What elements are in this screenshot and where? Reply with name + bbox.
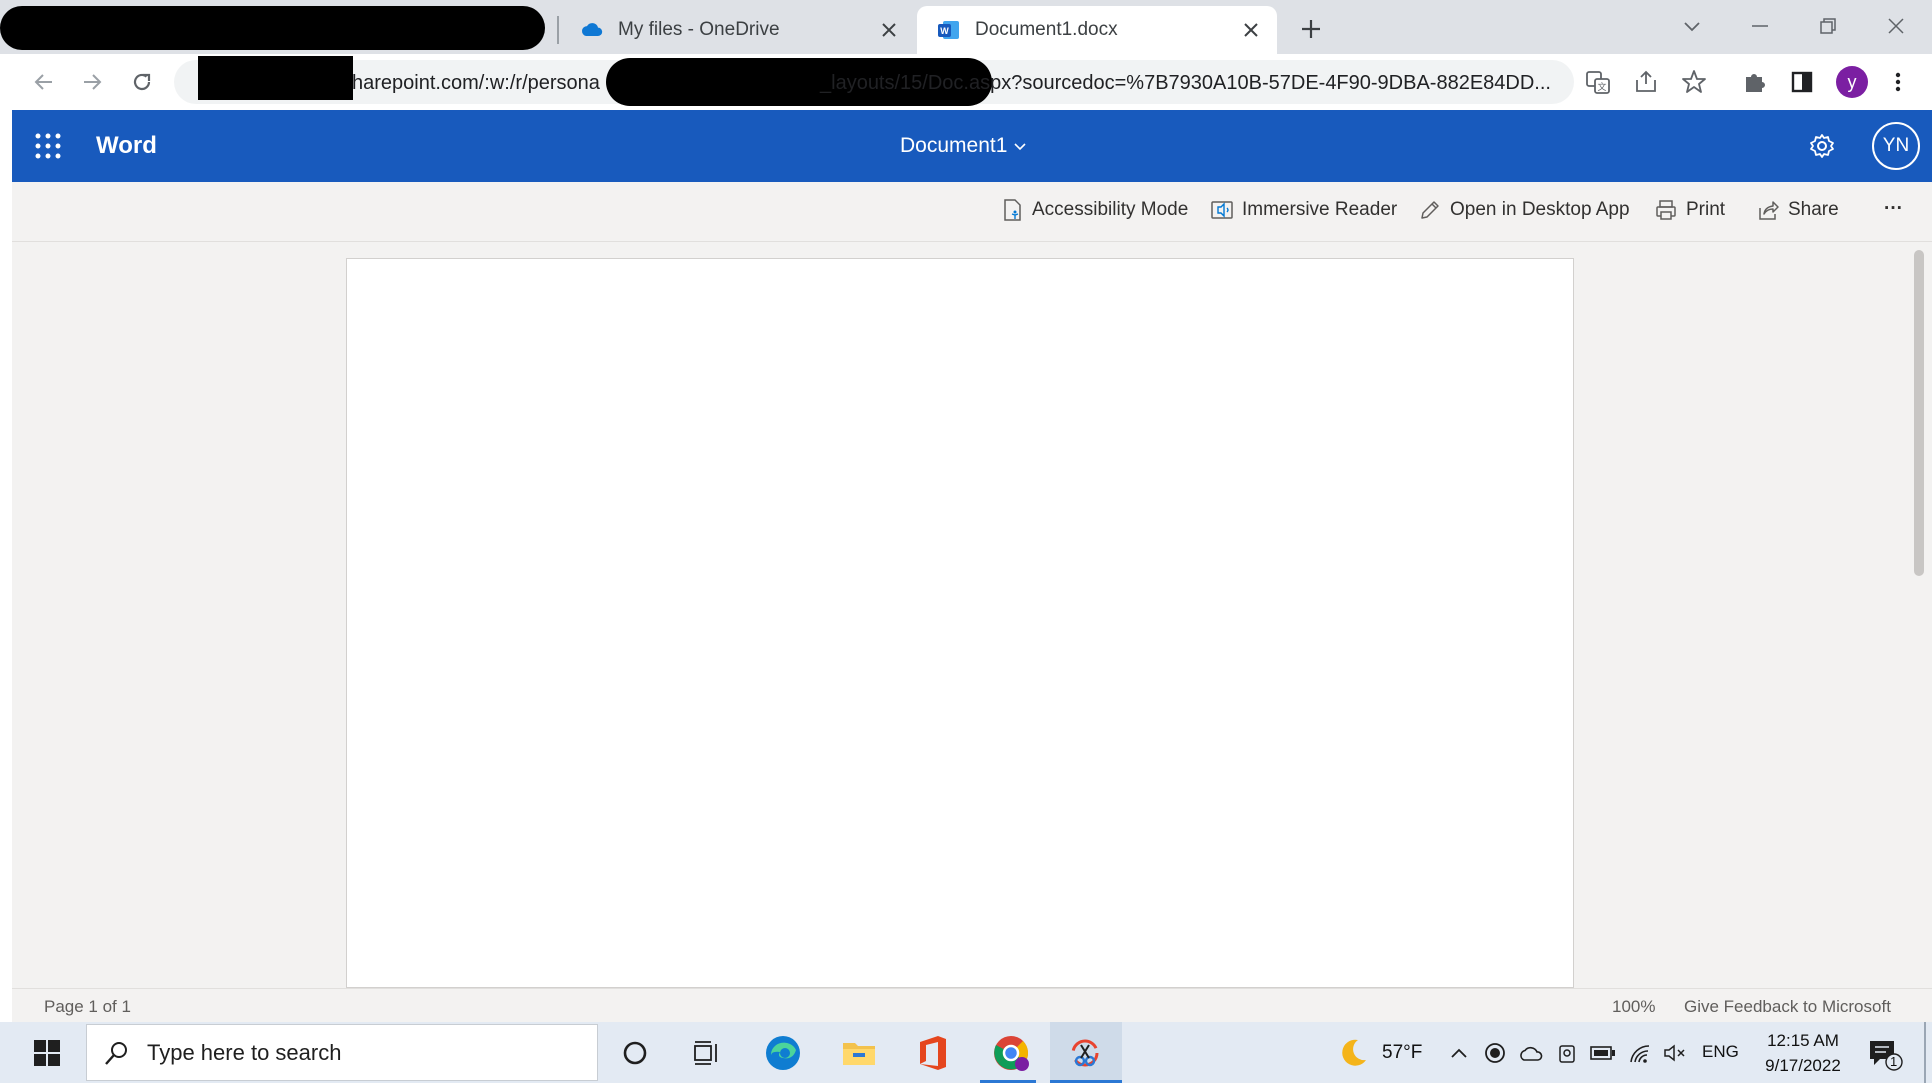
back-arrow-icon[interactable] [30,68,58,96]
word-status-bar: Page 1 of 1 100% Give Feedback to Micros… [12,988,1932,1022]
user-initials: YN [1882,135,1910,156]
taskbar-search-box[interactable]: Type here to search [86,1024,598,1081]
new-tab-button[interactable] [1296,14,1326,44]
accessibility-icon [1002,198,1024,222]
redacted-url-part [198,56,353,100]
settings-gear-icon[interactable] [1808,132,1836,160]
url-text: harepoint.com/:w:/r/persona [352,72,600,94]
share-icon [1756,198,1780,222]
more-options-icon: ··· [1884,198,1903,219]
document-title-button[interactable]: Document1 [900,134,1027,158]
cortana-icon[interactable] [612,1030,658,1076]
windows-taskbar: Type here to search 57°F ENG 12:15 AM 9/… [0,1022,1932,1083]
clock-date: 9/17/2022 [1765,1056,1841,1075]
weather-moon-icon[interactable] [1336,1036,1370,1070]
address-bar[interactable]: harepoint.com/:w:/r/persona _layouts/15/… [174,56,1574,106]
tab-document1[interactable]: W Document1.docx [917,6,1277,54]
close-icon[interactable] [1241,20,1261,40]
profile-avatar[interactable]: y [1836,66,1868,98]
onedrive-tray-icon[interactable] [1518,1042,1544,1064]
tab-search-chevron-icon[interactable] [1680,14,1704,38]
onedrive-cloud-icon [580,18,604,42]
reload-icon[interactable] [128,68,156,96]
app-name[interactable]: Word [96,132,157,160]
windows-start-button[interactable] [24,1030,70,1076]
immersive-reader-label: Immersive Reader [1242,199,1398,220]
word-icon: W [937,18,961,42]
browser-toolbar: harepoint.com/:w:/r/persona _layouts/15/… [0,54,1932,110]
wifi-icon[interactable] [1628,1042,1652,1064]
zoom-level[interactable]: 100% [1612,997,1655,1017]
side-panel-icon[interactable] [1788,68,1816,96]
url-text: _layouts/15/Doc.aspx?sourcedoc=%7B7930A1… [820,72,1551,94]
word-app-header: Word Document1 YN [12,110,1932,182]
translate-icon[interactable]: 文 [1584,68,1612,96]
share-label: Share [1788,199,1839,220]
more-options-button[interactable]: ··· [1884,198,1903,220]
task-view-icon[interactable] [684,1030,730,1076]
restore-window-button[interactable] [1816,14,1840,38]
print-button[interactable]: Print [1654,198,1725,222]
give-feedback-link[interactable]: Give Feedback to Microsoft [1684,997,1891,1017]
word-command-bar: Accessibility Mode Immersive Reader Open… [12,182,1932,242]
tab-title: My files - OneDrive [618,19,780,40]
bookmark-star-icon[interactable] [1680,68,1708,96]
share-button[interactable]: Share [1756,198,1839,222]
close-window-button[interactable] [1884,14,1908,38]
clock[interactable]: 12:15 AM 9/17/2022 [1756,1028,1850,1078]
browser-tab-strip: My files - OneDrive W Document1.docx [0,0,1932,54]
forward-arrow-icon[interactable] [78,68,106,96]
svg-text:W: W [940,26,949,36]
file-explorer-icon[interactable] [836,1030,882,1076]
notification-center-icon[interactable]: 1 [1866,1038,1906,1072]
edge-browser-icon[interactable] [760,1030,806,1076]
minimize-window-button[interactable] [1748,14,1772,38]
page-count: Page 1 of 1 [44,997,131,1016]
battery-icon[interactable] [1590,1044,1616,1062]
document-title: Document1 [900,134,1008,157]
profile-initial: y [1847,71,1857,92]
weather-temperature[interactable]: 57°F [1382,1042,1422,1064]
extensions-puzzle-icon[interactable] [1740,68,1768,96]
open-in-desktop-app-button[interactable]: Open in Desktop App [1418,198,1630,222]
office-icon[interactable] [910,1030,956,1076]
chevron-up-icon[interactable] [1448,1042,1470,1064]
snipping-tool-icon[interactable] [1062,1030,1108,1076]
input-language[interactable]: ENG [1702,1042,1739,1062]
user-avatar[interactable]: YN [1872,122,1920,170]
open-in-desktop-app-label: Open in Desktop App [1450,199,1630,220]
svg-text:文: 文 [1597,81,1606,93]
browser-menu-icon[interactable] [1884,68,1912,96]
tab-separator [557,16,559,44]
printer-icon [1654,198,1678,222]
print-label: Print [1686,199,1726,220]
chrome-icon[interactable] [988,1030,1034,1076]
immersive-reader-button[interactable]: Immersive Reader [1210,198,1397,222]
tab-onedrive[interactable]: My files - OneDrive [560,6,915,54]
meet-now-icon[interactable] [1556,1042,1578,1064]
search-icon [103,1039,131,1067]
tab-title: Document1.docx [975,19,1118,40]
chevron-down-icon [1013,139,1027,153]
pencil-icon [1418,198,1442,222]
app-launcher-waffle-icon[interactable] [34,132,62,160]
close-icon[interactable] [879,20,899,40]
show-desktop-button[interactable] [1924,1022,1926,1083]
accessibility-mode-label: Accessibility Mode [1032,199,1189,220]
volume-muted-icon[interactable] [1662,1042,1688,1064]
notification-count: 1 [1890,1054,1898,1069]
redacted-tab [0,6,545,50]
document-page[interactable] [346,258,1574,988]
search-placeholder: Type here to search [147,1039,342,1065]
immersive-reader-icon [1210,198,1234,222]
share-page-icon[interactable] [1632,68,1660,96]
document-canvas [12,242,1932,988]
vertical-scrollbar-thumb[interactable] [1914,250,1924,576]
accessibility-mode-button[interactable]: Accessibility Mode [1002,198,1188,222]
record-icon[interactable] [1484,1042,1506,1064]
clock-time: 12:15 AM [1767,1031,1839,1050]
